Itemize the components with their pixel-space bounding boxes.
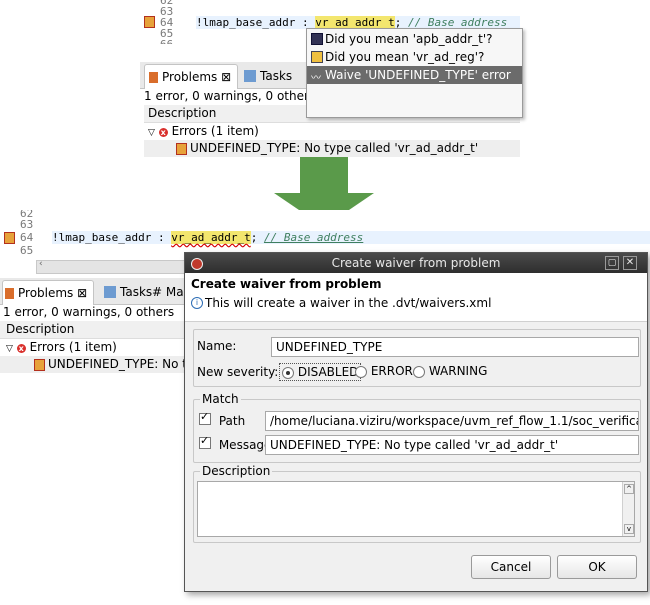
- dialog-header: Create waiver from problem i This will c…: [185, 273, 647, 322]
- code-line-64[interactable]: !lmap_base_addr : vr_ad_addr_t; // Base …: [52, 231, 650, 244]
- errors-node-label: Errors (1 item): [29, 340, 117, 354]
- message-label: Message: [218, 438, 272, 452]
- severity-label: New severity:: [197, 365, 279, 379]
- quickfix-label: Waive 'UNDEFINED_TYPE' error: [325, 68, 511, 82]
- dialog-heading: Create waiver from problem: [191, 277, 382, 291]
- waive-icon: 〰: [311, 73, 321, 84]
- scroll-down-icon[interactable]: v: [624, 524, 634, 534]
- description-textarea[interactable]: ^ v: [197, 481, 635, 537]
- line-number: 66: [160, 38, 173, 44]
- quickfix-popup: Did you mean 'apb_addr_t'? Did you mean …: [306, 28, 523, 118]
- error-item-label: UNDEFINED_TYPE: No type called 'vr_ad_ad…: [190, 141, 479, 155]
- radio-icon: [282, 366, 294, 379]
- code-text: !lmap_base_addr :: [196, 16, 316, 29]
- ok-button[interactable]: OK: [557, 555, 637, 579]
- errors-node-label: Errors (1 item): [171, 124, 259, 138]
- tab-ma[interactable]: # Ma: [152, 281, 184, 303]
- textarea-scrollbar[interactable]: ^ v: [622, 482, 634, 536]
- bottom-problems-panel: Problems ⊠ Tasks # Ma 1 error, 0 warning…: [0, 278, 200, 378]
- dialog-info: This will create a waiver in the .dvt/wa…: [205, 296, 492, 310]
- path-label: Path: [218, 414, 246, 428]
- description-header-label: Description: [6, 322, 75, 336]
- quickfix-item-selected[interactable]: 〰 Waive 'UNDEFINED_TYPE' error: [307, 66, 522, 84]
- description-header-label: Description: [148, 106, 217, 120]
- description-header: Description: [0, 321, 200, 339]
- message-field[interactable]: UNDEFINED_TYPE: No type called 'vr_ad_ad…: [265, 435, 639, 455]
- line-number: 63: [20, 218, 34, 231]
- errors-node[interactable]: ▽ x Errors (1 item): [148, 124, 259, 138]
- problems-icon: [5, 287, 14, 299]
- error-icon: x: [158, 128, 168, 137]
- scroll-up-icon[interactable]: ^: [624, 484, 634, 494]
- radio-icon: [355, 365, 367, 378]
- tab-problems-label: Problems ⊠: [18, 286, 88, 300]
- message-checkbox[interactable]: Message: [199, 434, 272, 452]
- checkbox-icon: [199, 434, 211, 449]
- problems-summary: 1 error, 0 warnings, 0 others: [3, 305, 175, 319]
- tasks-icon: [104, 286, 116, 298]
- code-type: vr_ad_addr_t: [171, 231, 251, 244]
- severity-error-label: ERROR: [370, 364, 413, 378]
- tab-problems-label: Problems ⊠: [162, 70, 232, 84]
- severity-disabled-label: DISABLED: [297, 365, 359, 379]
- radio-icon: [413, 365, 425, 378]
- problems-icon: [149, 71, 158, 83]
- path-checkbox[interactable]: Path: [199, 410, 246, 428]
- errors-node[interactable]: ▽ x Errors (1 item): [6, 340, 117, 354]
- path-field[interactable]: /home/luciana.viziru/workspace/uvm_ref_f…: [265, 411, 639, 431]
- error-icon: x: [16, 344, 26, 353]
- code-comment: // Base address: [263, 231, 364, 244]
- error-marker-icon: [4, 232, 15, 244]
- quickfix-label: Did you mean 'vr_ad_reg'?: [325, 50, 485, 64]
- error-item-row[interactable]: UNDEFINED_TYPE: No type: [0, 356, 200, 373]
- quickfix-item[interactable]: Did you mean 'vr_ad_reg'?: [307, 48, 522, 66]
- tab-tasks-label: Tasks: [260, 69, 293, 83]
- tab-ma-label: # Ma: [152, 285, 184, 299]
- name-field[interactable]: UNDEFINED_TYPE: [271, 337, 639, 357]
- tab-problems[interactable]: Problems ⊠: [144, 64, 238, 89]
- line-number: 64: [20, 231, 34, 244]
- name-label: Name:: [197, 339, 237, 353]
- editor-scrollbar[interactable]: ‹: [36, 259, 198, 274]
- line-number: 65: [20, 244, 34, 257]
- waiver-dialog: Create waiver from problem ▢ ✕ Create wa…: [184, 252, 648, 592]
- quickfix-item[interactable]: Did you mean 'apb_addr_t'?: [307, 30, 522, 48]
- severity-error-radio[interactable]: ERROR: [355, 364, 413, 378]
- tab-tasks[interactable]: Tasks: [244, 65, 292, 87]
- tab-problems[interactable]: Problems ⊠: [2, 280, 94, 305]
- info-icon: i: [191, 297, 203, 309]
- tasks-icon: [244, 70, 256, 82]
- expand-icon[interactable]: ▽: [148, 128, 155, 138]
- severity-warning-label: WARNING: [428, 364, 488, 378]
- error-item-row[interactable]: UNDEFINED_TYPE: No type called 'vr_ad_ad…: [144, 140, 520, 157]
- error-item-icon: [176, 143, 187, 155]
- checkbox-icon: [199, 410, 211, 425]
- scroll-left-icon[interactable]: ‹: [39, 259, 43, 269]
- dialog-titlebar[interactable]: Create waiver from problem ▢ ✕: [185, 253, 647, 273]
- code-semicolon: ;: [250, 231, 258, 244]
- quickfix-label: Did you mean 'apb_addr_t'?: [325, 32, 493, 46]
- table-icon: [311, 33, 323, 45]
- code-text: !lmap_base_addr :: [52, 231, 172, 244]
- register-icon: [311, 51, 323, 63]
- expand-icon[interactable]: ▽: [6, 344, 13, 354]
- tab-tasks[interactable]: Tasks: [104, 281, 152, 303]
- error-item-label: UNDEFINED_TYPE: No type: [48, 357, 200, 371]
- cancel-button[interactable]: Cancel: [471, 555, 551, 579]
- close-icon[interactable]: ✕: [623, 256, 637, 270]
- error-marker-icon: [144, 16, 155, 28]
- dialog-title: Create waiver from problem: [331, 256, 501, 270]
- severity-disabled-radio[interactable]: DISABLED: [279, 363, 362, 381]
- tab-tasks-label: Tasks: [120, 285, 153, 299]
- error-item-icon: [34, 359, 45, 371]
- restore-icon[interactable]: ▢: [605, 256, 619, 270]
- severity-warning-radio[interactable]: WARNING: [413, 364, 487, 378]
- match-title: Match: [200, 392, 241, 406]
- description-title: Description: [200, 464, 273, 478]
- problems-summary: 1 error, 0 warnings, 0 others: [144, 89, 316, 103]
